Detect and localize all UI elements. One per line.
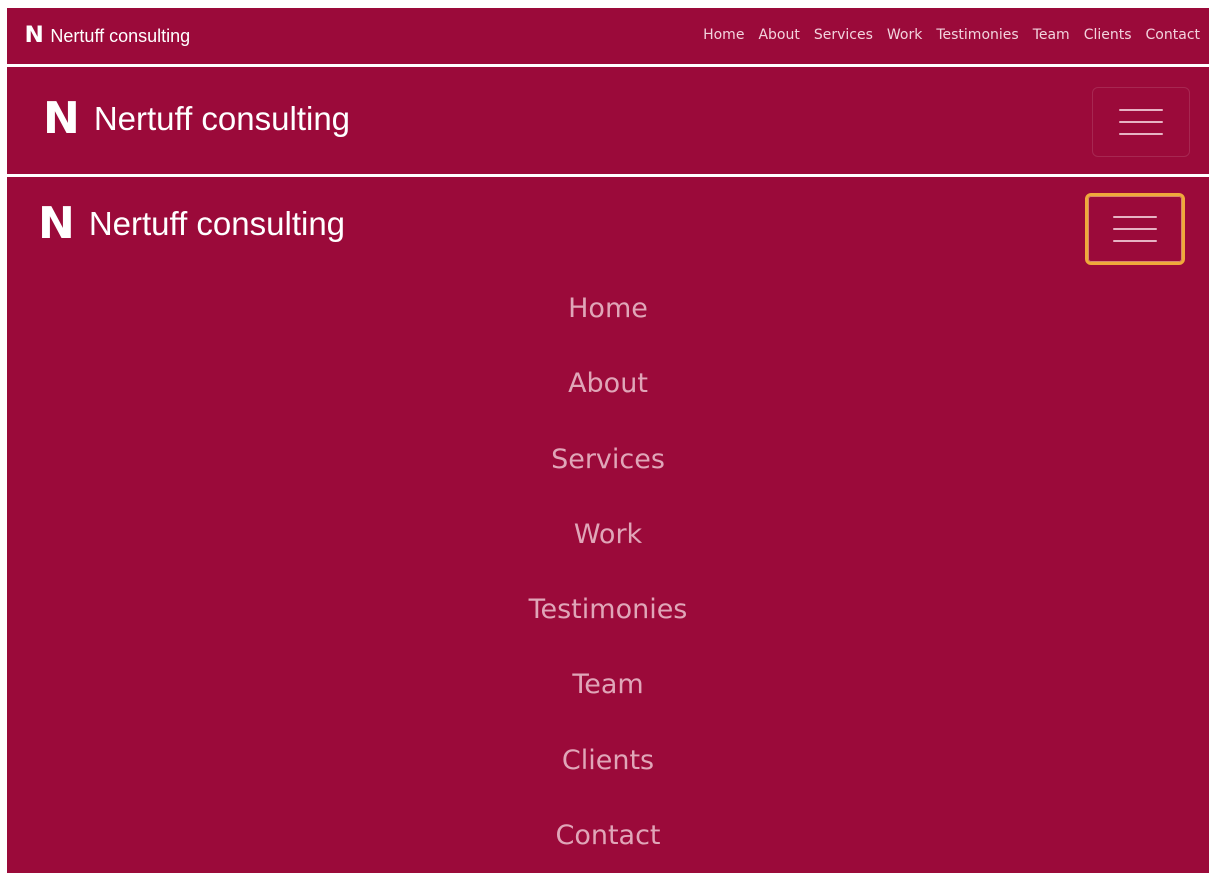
mobile-nav-link-work[interactable]: Work: [574, 515, 642, 555]
list-item: Team: [7, 665, 1209, 740]
desktop-nav-links: Home About Services Work Testimonies Tea…: [703, 27, 1200, 43]
nav-link-contact[interactable]: Contact: [1146, 27, 1200, 43]
mobile-nav-link-services[interactable]: Services: [551, 440, 665, 480]
brand-name: Nertuff consulting: [93, 100, 351, 137]
nav-link-testimonies[interactable]: Testimonies: [936, 27, 1018, 43]
logo-n-icon: N: [43, 93, 80, 144]
brand-link[interactable]: N Nertuff consulting: [38, 202, 345, 246]
mobile-nav-link-home[interactable]: Home: [568, 289, 648, 329]
mobile-nav-menu: Home About Services Work Testimonies Tea…: [7, 289, 1209, 891]
brand-link[interactable]: N Nertuff consulting: [43, 97, 350, 141]
nav-link-work[interactable]: Work: [887, 27, 922, 43]
list-item: Work: [7, 515, 1209, 590]
logo-n-icon: N: [38, 198, 75, 249]
nav-link-home[interactable]: Home: [703, 27, 744, 43]
list-item: Testimonies: [7, 590, 1209, 665]
list-item: Home: [7, 289, 1209, 364]
brand-name: Nertuff consulting: [88, 205, 346, 242]
list-item: Contact: [7, 816, 1209, 891]
menu-toggle-button[interactable]: [1092, 87, 1190, 157]
mobile-nav-link-team[interactable]: Team: [572, 665, 643, 705]
desktop-navbar: N Nertuff consulting Home About Services…: [7, 8, 1209, 64]
list-item: About: [7, 364, 1209, 439]
mobile-nav-link-about[interactable]: About: [568, 364, 648, 404]
logo-n-icon: N: [24, 23, 44, 48]
mobile-nav-link-testimonies[interactable]: Testimonies: [529, 590, 688, 630]
nav-link-team[interactable]: Team: [1033, 27, 1070, 43]
nav-link-about[interactable]: About: [758, 27, 799, 43]
mobile-nav-link-clients[interactable]: Clients: [562, 741, 654, 781]
brand-name: Nertuff consulting: [50, 25, 191, 46]
hamburger-menu-icon: [1113, 216, 1157, 218]
nav-link-clients[interactable]: Clients: [1084, 27, 1132, 43]
menu-toggle-button-focused[interactable]: [1085, 193, 1185, 265]
mobile-navbar-collapsed: N Nertuff consulting: [7, 67, 1209, 174]
nav-link-services[interactable]: Services: [814, 27, 873, 43]
hamburger-menu-icon: [1119, 109, 1163, 111]
list-item: Services: [7, 440, 1209, 515]
mobile-navbar-expanded: N Nertuff consulting Home About Services…: [7, 177, 1209, 873]
brand-link[interactable]: N Nertuff consulting: [24, 23, 191, 48]
mobile-nav-link-contact[interactable]: Contact: [555, 816, 660, 856]
list-item: Clients: [7, 741, 1209, 816]
